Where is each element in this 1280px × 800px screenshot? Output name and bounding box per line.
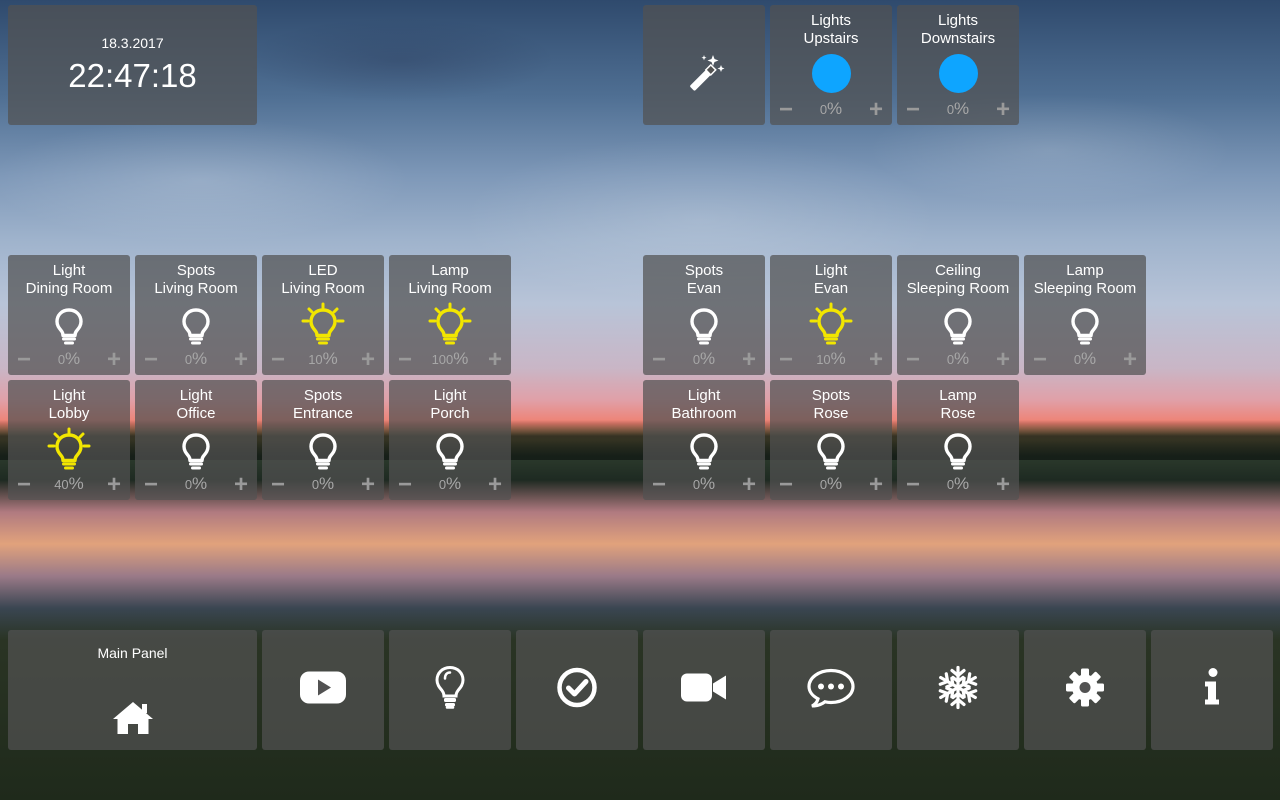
clock-time: 22:47:18 <box>68 57 197 94</box>
increase-button[interactable]: + <box>107 348 121 372</box>
lightbulb-icon <box>433 665 467 716</box>
lightbulb-off-icon[interactable] <box>174 427 218 476</box>
nav-button-home[interactable]: Main Panel <box>8 630 257 750</box>
nav-button-check-circle[interactable] <box>516 630 638 750</box>
nav-button-gear[interactable] <box>1024 630 1146 750</box>
lightbulb-on-icon[interactable] <box>809 302 853 351</box>
video-camera-icon <box>680 671 728 710</box>
increase-button[interactable]: + <box>488 348 502 372</box>
nav-button-youtube-play[interactable] <box>262 630 384 750</box>
light-tile[interactable]: Lamp Rose − 0% + <box>897 380 1019 500</box>
nav-button-snowflake[interactable] <box>897 630 1019 750</box>
increase-button[interactable]: + <box>234 473 248 497</box>
light-title: Ceiling Sleeping Room <box>906 262 1010 297</box>
light-title: Lamp Sleeping Room <box>1033 262 1137 297</box>
light-title: Light Lobby <box>48 387 90 422</box>
light-title: Light Office <box>176 387 216 422</box>
light-title: Spots Entrance <box>292 387 354 422</box>
light-title: Light Dining Room <box>25 262 113 297</box>
light-tile[interactable]: Lamp Living Room − 100% + <box>389 255 511 375</box>
lightbulb-off-icon[interactable] <box>936 302 980 351</box>
nav-button-info[interactable] <box>1151 630 1273 750</box>
lightbulb-on-icon[interactable] <box>428 302 472 351</box>
scene-lights-downstairs[interactable]: Lights Downstairs − 0% + <box>897 5 1019 125</box>
nav-button-chat-bubble[interactable] <box>770 630 892 750</box>
light-tile[interactable]: Ceiling Sleeping Room − 0% + <box>897 255 1019 375</box>
light-tile[interactable]: Light Office − 0% + <box>135 380 257 500</box>
light-tile[interactable]: LED Living Room − 10% + <box>262 255 384 375</box>
lightbulb-off-icon[interactable] <box>682 427 726 476</box>
increase-button[interactable]: + <box>361 473 375 497</box>
nav-button-video-camera[interactable] <box>643 630 765 750</box>
light-title: Spots Evan <box>684 262 724 297</box>
increase-button[interactable]: + <box>996 348 1010 372</box>
increase-button[interactable]: + <box>1123 348 1137 372</box>
lightbulb-off-icon[interactable] <box>301 427 345 476</box>
magic-wand-icon <box>690 55 725 91</box>
lightbulb-off-icon[interactable] <box>936 427 980 476</box>
snowflake-icon <box>935 665 981 716</box>
scene-status-dot <box>811 54 851 93</box>
chat-bubble-icon <box>806 668 856 713</box>
increase-button[interactable]: + <box>107 473 121 497</box>
increase-button[interactable]: + <box>996 473 1010 497</box>
increase-button[interactable]: + <box>869 473 883 497</box>
light-title: LED Living Room <box>281 262 365 297</box>
lightbulb-on-icon[interactable] <box>47 427 91 476</box>
light-tile[interactable]: Light Lobby − 40% + <box>8 380 130 500</box>
increase-button[interactable]: + <box>234 348 248 372</box>
increase-button[interactable]: + <box>361 348 375 372</box>
lightbulb-off-icon[interactable] <box>1063 302 1107 351</box>
light-tile[interactable]: Spots Entrance − 0% + <box>262 380 384 500</box>
scene-status-dot <box>938 54 978 93</box>
light-tile[interactable]: Light Evan − 10% + <box>770 255 892 375</box>
scene-magic-button[interactable] <box>643 5 765 125</box>
light-tile[interactable]: Lamp Sleeping Room − 0% + <box>1024 255 1146 375</box>
light-title: Spots Rose <box>811 387 851 422</box>
light-tile[interactable]: Spots Evan − 0% + <box>643 255 765 375</box>
increase-button[interactable]: + <box>488 473 502 497</box>
lightbulb-off-icon[interactable] <box>428 427 472 476</box>
light-title: Light Bathroom <box>671 387 737 422</box>
clock-tile: 18.3.2017 22:47:18 <box>8 5 257 125</box>
increase-button[interactable]: + <box>742 473 756 497</box>
info-icon <box>1202 668 1222 713</box>
lightbulb-off-icon[interactable] <box>809 427 853 476</box>
scene-title: Lights Downstairs <box>920 12 996 47</box>
scene-title: Lights Upstairs <box>803 12 859 47</box>
increase-button[interactable]: + <box>742 348 756 372</box>
home-icon <box>111 698 155 743</box>
light-title: Lamp Living Room <box>408 262 492 297</box>
nav-button-lightbulb[interactable] <box>389 630 511 750</box>
increase-button[interactable]: + <box>869 98 883 122</box>
lightbulb-off-icon[interactable] <box>682 302 726 351</box>
lightbulb-off-icon[interactable] <box>174 302 218 351</box>
lightbulb-on-icon[interactable] <box>301 302 345 351</box>
light-tile[interactable]: Spots Living Room − 0% + <box>135 255 257 375</box>
increase-button[interactable]: + <box>996 98 1010 122</box>
youtube-play-icon <box>299 670 347 711</box>
light-tile[interactable]: Spots Rose − 0% + <box>770 380 892 500</box>
light-tile[interactable]: Light Porch − 0% + <box>389 380 511 500</box>
light-title: Spots Living Room <box>154 262 238 297</box>
nav-label: Main Panel <box>97 645 168 661</box>
gear-icon <box>1064 667 1106 714</box>
increase-button[interactable]: + <box>869 348 883 372</box>
light-tile[interactable]: Light Dining Room − 0% + <box>8 255 130 375</box>
lightbulb-off-icon[interactable] <box>47 302 91 351</box>
check-circle-icon <box>556 667 598 714</box>
scene-lights-upstairs[interactable]: Lights Upstairs − 0% + <box>770 5 892 125</box>
light-title: Lamp Rose <box>939 387 977 422</box>
light-tile[interactable]: Light Bathroom − 0% + <box>643 380 765 500</box>
clock-date: 18.3.2017 <box>101 35 164 51</box>
light-title: Light Evan <box>813 262 849 297</box>
light-title: Light Porch <box>430 387 470 422</box>
